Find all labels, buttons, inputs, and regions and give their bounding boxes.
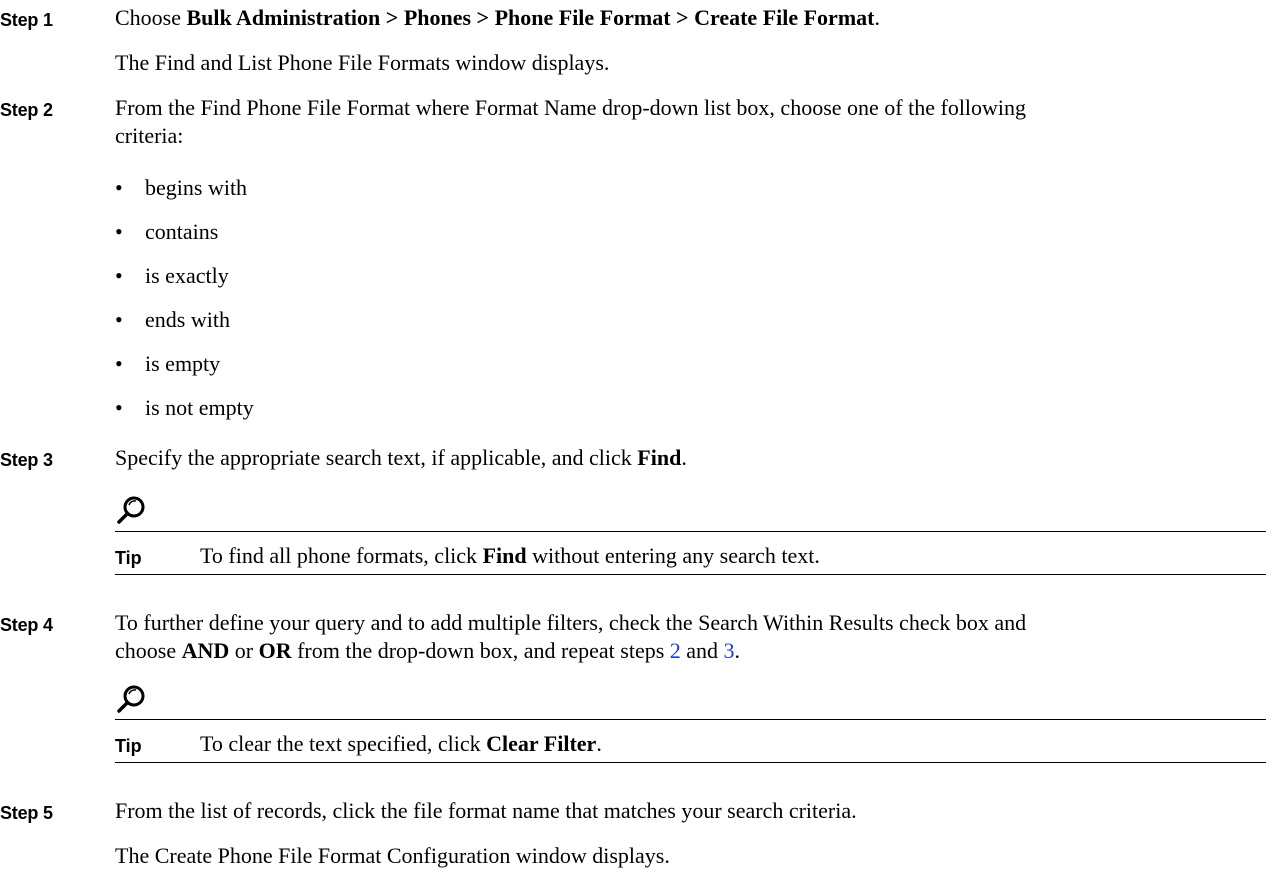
step-5-label: Step 5 — [0, 803, 53, 823]
step-3-link[interactable]: 3 — [724, 638, 735, 663]
tip-bottom-rule — [115, 762, 1266, 763]
step-2-instruction-cont: criteria: — [115, 123, 184, 148]
tip-text: To clear the text specified, click Clear… — [200, 731, 602, 756]
magnifier-tip-icon — [117, 496, 145, 524]
tip-label: Tip — [115, 736, 142, 756]
step-1-result: The Find and List Phone File Formats win… — [115, 50, 610, 75]
tip-top-rule — [115, 531, 1266, 532]
magnifier-tip-icon — [117, 685, 145, 713]
step-4-instruction-cont: choose AND or OR from the drop-down box,… — [115, 638, 741, 663]
tip-bottom-rule — [115, 574, 1266, 575]
step-2-label: Step 2 — [0, 100, 53, 120]
step-2-link[interactable]: 2 — [670, 638, 681, 663]
step-4-instruction: To further define your query and to add … — [115, 610, 1027, 635]
step-2-instruction: From the Find Phone File Format where Fo… — [115, 95, 1027, 120]
step-1-label: Step 1 — [0, 10, 53, 30]
step-5-instruction: From the list of records, click the file… — [115, 798, 857, 823]
tip-text: To find all phone formats, click Find wi… — [200, 543, 820, 568]
step-4-label: Step 4 — [0, 615, 53, 635]
step-3-instruction: Specify the appropriate search text, if … — [115, 445, 687, 470]
step-3-label: Step 3 — [0, 450, 53, 470]
tip-top-rule — [115, 719, 1266, 720]
step-1-instruction: Choose Bulk Administration > Phones > Ph… — [115, 5, 880, 30]
step-5-result: The Create Phone File Format Configurati… — [115, 843, 670, 868]
tip-label: Tip — [115, 548, 142, 568]
